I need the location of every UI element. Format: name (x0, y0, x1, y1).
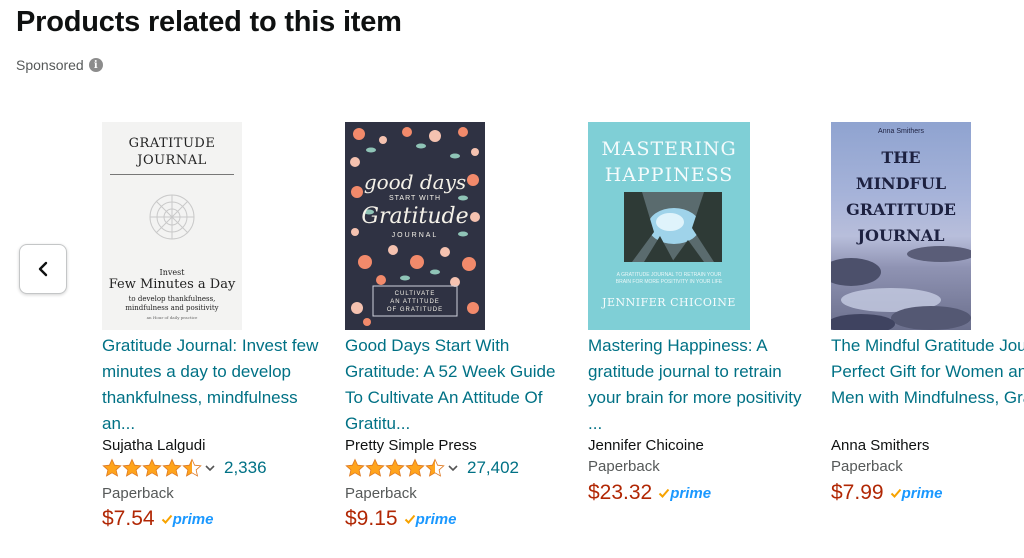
price-row: $9.15 prime (345, 507, 456, 531)
prime-check-icon (404, 514, 415, 524)
book-cover-image[interactable]: GRATITUDE JOURNAL Invest Few Minutes a D… (102, 122, 242, 330)
prime-check-icon (161, 514, 172, 524)
prime-badge: prime (658, 485, 711, 502)
product-format: Paperback (102, 485, 174, 502)
cover-line: HAPPINESS (604, 164, 734, 186)
cover-line: good days (363, 170, 467, 194)
cover-title-line: GRATITUDE (128, 136, 216, 151)
cover-title-line: JOURNAL (137, 153, 207, 168)
cover-line: GRATITUDE (846, 200, 956, 219)
product-title-text: The Mindful Gratitude Journal: Perfect G… (831, 336, 1024, 407)
sponsored-text: Sponsored (16, 57, 84, 73)
prime-label: prime (670, 484, 712, 502)
cover-line: START WITH (389, 195, 441, 202)
cover-line: an Hour of daily practice (146, 315, 198, 320)
cover-line: to develop thankfulness, (128, 295, 216, 303)
cover-line: JOURNAL (857, 226, 945, 245)
product-author: Sujatha Lalgudi (102, 437, 206, 454)
cover-line: Gratitude (361, 204, 469, 229)
rating-row: 27,402 (345, 458, 519, 478)
chevron-left-icon (38, 261, 48, 277)
rating-row: 2,336 (102, 458, 267, 478)
product-author: Pretty Simple Press (345, 437, 477, 454)
product-title-link[interactable]: Mastering Happiness: A gratitude journal… (588, 333, 818, 437)
product-author: Anna Smithers (831, 437, 930, 454)
prime-check-icon (659, 488, 670, 498)
product-title-link[interactable]: Good Days Start With Gratitude: A 52 Wee… (345, 333, 575, 437)
info-icon[interactable]: i (88, 58, 103, 72)
prime-label: prime (901, 484, 943, 502)
cover-line: Few Minutes a Day (108, 277, 236, 292)
product-author: Jennifer Chicoine (588, 437, 704, 454)
cover-line: AN ATTITUDE (390, 299, 440, 305)
cover-line: JOURNAL (391, 232, 439, 239)
carousel-prev-button[interactable] (19, 244, 67, 294)
book-cover-image[interactable]: Anna Smithers THE MINDFUL GRATITUDE JOUR… (831, 122, 971, 330)
cover-line: CULTIVATE (394, 291, 436, 297)
prime-label: prime (172, 510, 214, 528)
product-format: Paperback (588, 458, 660, 475)
sponsored-label[interactable]: Sponsored i (16, 57, 103, 73)
forest-sky-image (624, 192, 722, 262)
cover-line: BRAIN FOR MORE POSITIVITY IN YOUR LIFE (615, 279, 723, 285)
cover-line: MASTERING (601, 138, 737, 160)
product-format: Paperback (345, 485, 417, 502)
price-row: $7.99 prime (831, 481, 942, 505)
cover-line: THE (881, 148, 921, 167)
cover-author: Anna Smithers (878, 128, 924, 135)
price-row: $7.54 prime (102, 507, 213, 531)
prime-badge: prime (404, 510, 457, 528)
product-price: $7.54 (102, 507, 155, 530)
star-rating[interactable] (345, 458, 459, 478)
review-count-link[interactable]: 2,336 (224, 458, 267, 478)
prime-label: prime (415, 510, 457, 528)
product-price: $9.15 (345, 507, 398, 530)
review-count-link[interactable]: 27,402 (467, 458, 519, 478)
cover-divider (110, 174, 234, 175)
cover-line: OF GRATITUDE (386, 307, 444, 313)
star-rating[interactable] (102, 458, 216, 478)
mandala-icon (149, 194, 195, 240)
cover-line: A GRATITUDE JOURNAL TO RETRAIN YOUR (616, 272, 722, 278)
cover-line: MINDFUL (855, 174, 947, 193)
prime-check-icon (890, 488, 901, 498)
prime-badge: prime (890, 484, 943, 502)
stars-icon (102, 459, 202, 477)
chevron-down-icon (205, 465, 215, 472)
chevron-down-icon (448, 465, 458, 472)
book-cover-image[interactable]: MASTERING HAPPINESS A GRATITUDE JOURNAL … (588, 122, 750, 330)
product-price: $7.99 (831, 481, 884, 504)
cover-author: JENNIFER CHICOINE (602, 296, 736, 309)
section-heading: Products related to this item (16, 6, 402, 38)
prime-badge: prime (161, 510, 214, 528)
product-title-link[interactable]: The Mindful Gratitude Journal: Perfect G… (831, 333, 1024, 411)
product-price: $23.32 (588, 481, 653, 504)
price-row: $23.32 prime (588, 481, 711, 505)
cover-line: mindfulness and positivity (125, 304, 219, 312)
book-cover-image[interactable]: good days START WITH Gratitude JOURNAL C… (345, 122, 485, 330)
stars-icon (345, 459, 445, 477)
cover-line: Invest (159, 268, 185, 277)
product-title-link[interactable]: Gratitude Journal: Invest few minutes a … (102, 333, 332, 437)
product-format: Paperback (831, 458, 903, 475)
